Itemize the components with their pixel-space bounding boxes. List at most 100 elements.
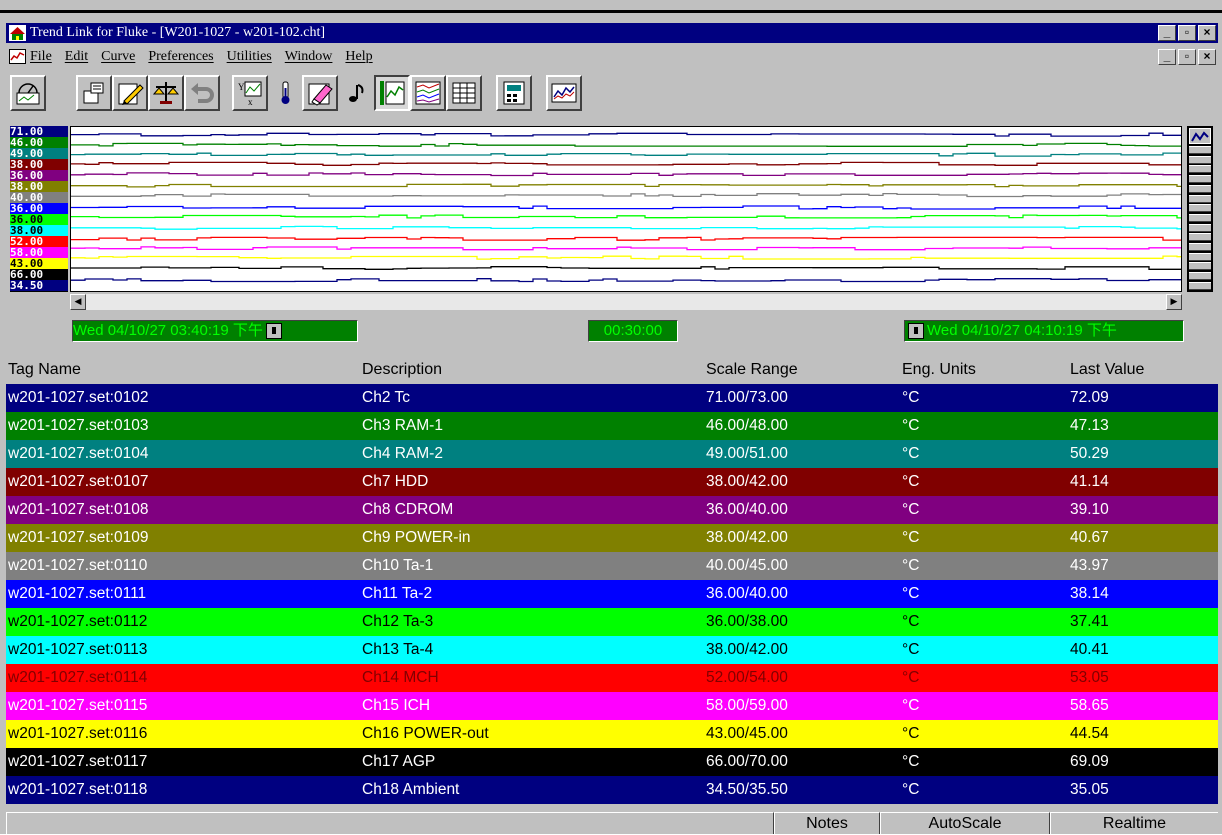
close-button[interactable]: × (1198, 25, 1216, 41)
start-time-box[interactable]: Wed 04/10/27 03:40:19 下午 (72, 320, 358, 342)
menu-preferences[interactable]: Preferences (148, 49, 213, 65)
pen-toggle-button[interactable] (1189, 128, 1211, 144)
header-eng-units[interactable]: Eng. Units (902, 361, 976, 379)
window-title: Trend Link for Fluke - [W201-1027 - w201… (30, 25, 325, 40)
table-row[interactable]: w201-1027.set:0115 Ch15 ICH 58.00/59.00 °C 5… (6, 692, 1218, 720)
multi-trend-button[interactable] (410, 75, 446, 111)
pen-select-button[interactable] (1189, 233, 1211, 242)
eraser-button[interactable] (302, 75, 338, 111)
pen-select-button[interactable] (1189, 223, 1211, 232)
pen-select-button[interactable] (1189, 146, 1211, 154)
table-row[interactable]: w201-1027.set:0110 Ch10 Ta-1 40.00/45.00 °C… (6, 552, 1218, 580)
header-tag-name[interactable]: Tag Name (8, 361, 81, 379)
undo-button[interactable] (184, 75, 220, 111)
units-cell: °C (902, 725, 920, 742)
properties-button[interactable] (76, 75, 112, 111)
units-cell: °C (902, 473, 920, 490)
scroll-left-button[interactable]: ◀ (70, 294, 86, 310)
end-time-box[interactable]: Wed 04/10/27 04:10:19 下午 (904, 320, 1184, 342)
duration-box[interactable]: 00:30:00 (588, 320, 678, 342)
table-row[interactable]: w201-1027.set:0108 Ch8 CDROM 36.00/40.00 °C… (6, 496, 1218, 524)
trend-line (71, 172, 1191, 177)
calculator-button[interactable] (496, 75, 532, 111)
trend-view-button[interactable] (374, 75, 410, 111)
minimize-button[interactable]: _ (1158, 25, 1176, 41)
menu-curve[interactable]: Curve (101, 49, 135, 65)
mdi-close-button[interactable]: × (1198, 49, 1216, 65)
start-time: Wed 04/10/27 03:40:19 下午 (73, 322, 263, 339)
realtime-button[interactable]: Realtime (1050, 812, 1218, 834)
trend-view-icon (380, 81, 405, 105)
header-scale-range[interactable]: Scale Range (706, 361, 798, 379)
svg-text:x: x (248, 97, 253, 107)
table-row[interactable]: w201-1027.set:0111 Ch11 Ta-2 36.00/40.00 °C… (6, 580, 1218, 608)
notes-button[interactable]: Notes (774, 812, 880, 834)
description-cell: Ch18 Ambient (362, 781, 460, 798)
last-value-cell: 53.05 (1070, 669, 1109, 686)
maximize-button[interactable]: ▫ (1178, 25, 1196, 41)
table-row[interactable]: w201-1027.set:0107 Ch7 HDD 38.00/42.00 °C 41… (6, 468, 1218, 496)
description-cell: Ch4 RAM-2 (362, 445, 443, 462)
xy-plot-button[interactable]: Yx (232, 75, 268, 111)
table-row[interactable]: w201-1027.set:0118 Ch18 Ambient 34.50/35.5… (6, 776, 1218, 804)
description-cell: Ch14 MCH (362, 669, 439, 686)
scroll-right-button[interactable]: ▶ (1166, 294, 1182, 310)
grid-button[interactable] (446, 75, 482, 111)
header-last-value[interactable]: Last Value (1070, 361, 1144, 379)
table-row[interactable]: w201-1027.set:0112 Ch12 Ta-3 36.00/38.00 °C… (6, 608, 1218, 636)
table-row[interactable]: w201-1027.set:0117 Ch17 AGP 66.00/70.00 °C 6… (6, 748, 1218, 776)
table-row[interactable]: w201-1027.set:0113 Ch13 Ta-4 38.00/42.00 °C… (6, 636, 1218, 664)
pen-select-button[interactable] (1189, 252, 1211, 261)
tag-cell: w201-1027.set:0107 (8, 473, 149, 490)
menu-utilities[interactable]: Utilities (227, 49, 272, 65)
pen-select-button[interactable] (1189, 155, 1211, 164)
table-row[interactable]: w201-1027.set:0103 Ch3 RAM-1 46.00/48.00 °C… (6, 412, 1218, 440)
table-row[interactable]: w201-1027.set:0104 Ch4 RAM-2 49.00/51.00 °C… (6, 440, 1218, 468)
mdi-minimize-button[interactable]: _ (1158, 49, 1176, 65)
last-value-cell: 41.14 (1070, 473, 1109, 490)
pen-select-button[interactable] (1189, 272, 1211, 281)
table-row[interactable]: w201-1027.set:0116 Ch16 POWER-out 43.00/45… (6, 720, 1218, 748)
pen-select-button[interactable] (1189, 262, 1211, 271)
title-bar[interactable]: Trend Link for Fluke - [W201-1027 - w201… (6, 23, 1218, 43)
table-row[interactable]: w201-1027.set:0114 Ch14 MCH 52.00/54.00 °C 5… (6, 664, 1218, 692)
pen-select-button[interactable] (1189, 204, 1211, 213)
pen-select-button[interactable] (1189, 213, 1211, 222)
menu-window[interactable]: Window (285, 49, 333, 65)
scale-balance-button[interactable] (148, 75, 184, 111)
lock-icon[interactable] (265, 323, 282, 340)
units-cell: °C (902, 557, 920, 574)
document-chart-icon[interactable] (9, 49, 26, 64)
pen-select-button[interactable] (1189, 243, 1211, 251)
music-note-button[interactable] (338, 75, 374, 111)
pen-select-button[interactable] (1189, 184, 1211, 193)
header-description[interactable]: Description (362, 361, 442, 379)
mdi-restore-button[interactable]: ▫ (1178, 49, 1196, 65)
edit-pencil-button[interactable] (112, 75, 148, 111)
trend-line (71, 161, 1191, 166)
trend-plot[interactable] (70, 126, 1191, 292)
horizontal-scrollbar[interactable]: ◀ ▶ (70, 294, 1182, 310)
lock-icon[interactable] (908, 323, 924, 340)
trend-line (71, 142, 1191, 147)
pen-select-button[interactable] (1189, 281, 1211, 290)
thermometer-button[interactable] (268, 75, 304, 111)
trend-line (71, 192, 1191, 198)
pen-select-button[interactable] (1189, 194, 1211, 203)
menu-edit[interactable]: Edit (65, 49, 88, 65)
pen-select-button[interactable] (1189, 165, 1211, 174)
autoscale-button[interactable]: AutoScale (880, 812, 1050, 834)
description-cell: Ch16 POWER-out (362, 725, 489, 742)
gauge-button[interactable] (10, 75, 46, 111)
svg-text:Y: Y (238, 82, 245, 92)
chart-button[interactable] (546, 75, 582, 111)
trend-line (71, 225, 1191, 230)
properties-icon (83, 82, 104, 104)
units-cell: °C (902, 641, 920, 658)
scale-range-cell: 52.00/54.00 (706, 669, 788, 686)
pen-select-button[interactable] (1189, 175, 1211, 184)
menu-help[interactable]: Help (345, 49, 372, 65)
menu-file[interactable]: File (30, 49, 52, 65)
table-row[interactable]: w201-1027.set:0109 Ch9 POWER-in 38.00/42.0… (6, 524, 1218, 552)
table-row[interactable]: w201-1027.set:0102 Ch2 Tc 71.00/73.00 °C 72.… (6, 384, 1218, 412)
